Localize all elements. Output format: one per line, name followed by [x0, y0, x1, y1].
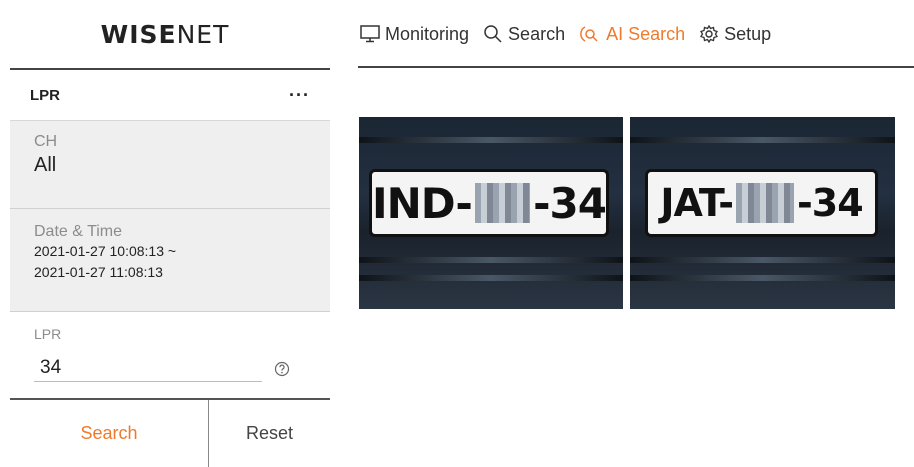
- nav-ai-search-label: AI Search: [606, 23, 686, 44]
- datetime-filter[interactable]: Date & Time 2021-01-27 10:08:13 ~ 2021-0…: [10, 209, 330, 312]
- license-plate: IND- -34: [369, 169, 609, 237]
- result-thumbnail[interactable]: IND- -34: [359, 117, 623, 309]
- nav-search-label: Search: [508, 23, 566, 44]
- nav-search[interactable]: Search: [483, 24, 565, 45]
- grille-bar: [630, 137, 895, 143]
- lpr-input[interactable]: [34, 354, 262, 382]
- logo-part-1: W: [100, 19, 130, 49]
- panel-header: LPR ···: [10, 70, 330, 120]
- lpr-label: LPR: [34, 326, 62, 342]
- search-filter-panel: LPR ··· CH All Date & Time 2021-01-27 10…: [10, 68, 330, 467]
- plate-suffix: -34: [533, 178, 607, 228]
- search-button[interactable]: Search: [10, 400, 208, 467]
- result-thumbnail[interactable]: JAT- -34: [630, 117, 895, 309]
- action-buttons: Search Reset: [10, 398, 330, 467]
- grille-bar: [359, 275, 623, 281]
- top-nav: Monitoring Search AI Search Setup: [360, 18, 785, 50]
- search-icon: [484, 25, 502, 43]
- more-options-icon[interactable]: ···: [289, 86, 310, 104]
- reset-button[interactable]: Reset: [208, 400, 330, 467]
- grille-bar: [359, 137, 623, 143]
- nav-monitoring-label: Monitoring: [385, 23, 470, 44]
- plate-prefix: IND-: [372, 178, 473, 228]
- nav-divider: [358, 66, 914, 68]
- plate-blur: [474, 183, 531, 223]
- datetime-label: Date & Time: [34, 223, 123, 240]
- plate-suffix: -34: [797, 181, 864, 225]
- panel-title: LPR: [30, 86, 60, 104]
- grille-bar: [630, 257, 895, 263]
- wisenet-logo: W ISE NET: [0, 0, 330, 68]
- lpr-filter: LPR: [10, 312, 330, 398]
- nav-setup[interactable]: Setup: [699, 24, 771, 45]
- ai-search-icon: [580, 26, 598, 42]
- logo-part-2: ISE: [129, 19, 177, 49]
- datetime-end: 2021-01-27 11:08:13: [34, 264, 163, 280]
- grille-bar: [359, 257, 623, 263]
- plate-prefix: JAT-: [660, 181, 734, 225]
- channel-value: All: [34, 154, 57, 176]
- help-icon[interactable]: [274, 361, 290, 377]
- license-plate: JAT- -34: [645, 169, 878, 237]
- nav-setup-label: Setup: [724, 23, 772, 44]
- channel-filter[interactable]: CH All: [10, 120, 330, 209]
- grille-bar: [630, 275, 895, 281]
- channel-label: CH: [34, 133, 58, 150]
- datetime-start: 2021-01-27 10:08:13 ~: [34, 243, 177, 259]
- gear-icon: [700, 24, 719, 44]
- logo-part-3: NET: [176, 19, 230, 49]
- nav-monitoring[interactable]: Monitoring: [360, 24, 469, 45]
- monitor-icon: [360, 25, 380, 43]
- plate-blur: [736, 183, 795, 223]
- nav-ai-search[interactable]: AI Search: [579, 24, 685, 45]
